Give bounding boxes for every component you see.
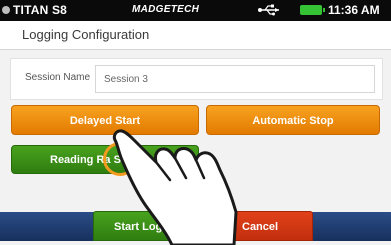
page-title: Logging Configuration xyxy=(22,27,150,42)
usb-icon xyxy=(258,4,279,16)
battery-icon xyxy=(300,5,325,15)
device-name: TITAN S8 xyxy=(13,3,68,17)
clock: 11:36 AM xyxy=(328,3,380,17)
tap-hand-icon xyxy=(112,129,238,245)
status-dot-icon xyxy=(2,6,10,14)
session-name-row: Session Name xyxy=(10,58,383,100)
header: Logging Configuration xyxy=(0,21,391,50)
session-name-field xyxy=(95,65,375,93)
session-name-label: Session Name xyxy=(25,72,91,83)
brand-logo: MADGETECH xyxy=(132,4,200,15)
status-bar: TITAN S8 MADGETECH 11:36 AM xyxy=(0,0,391,21)
session-name-input[interactable] xyxy=(96,66,374,92)
